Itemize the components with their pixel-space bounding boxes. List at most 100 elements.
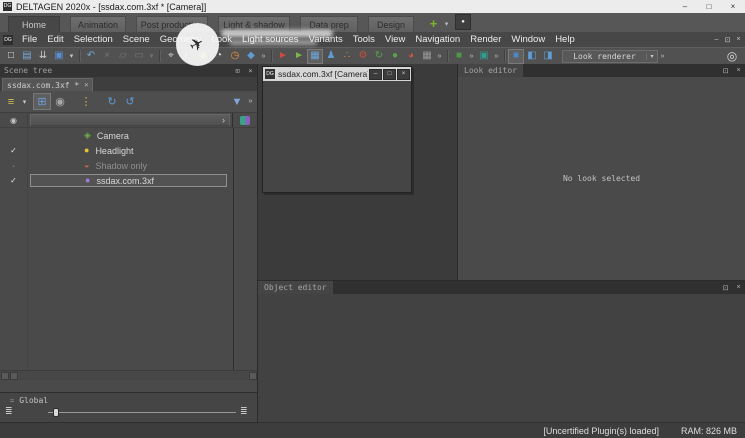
tab-animation[interactable]: Animation (70, 16, 126, 32)
menu-look[interactable]: Look (206, 34, 237, 45)
hierarchy-view-icon[interactable]: ⊞ (33, 93, 51, 110)
tab-data-prep[interactable]: Data prep (300, 16, 358, 32)
import-scene-icon[interactable]: ⇊ (35, 49, 51, 64)
keyframe-options-icon[interactable]: ≣ (240, 406, 248, 417)
overflow-icon[interactable]: » (467, 49, 476, 64)
translate-tool-icon[interactable]: ► (291, 49, 307, 64)
adjust-tool-icon[interactable]: ⚙ (355, 49, 371, 64)
visibility-checkbox[interactable]: ▪ (0, 161, 27, 170)
collapse-icon[interactable]: = (10, 397, 14, 405)
menu-tools[interactable]: Tools (348, 34, 380, 45)
scrollbar-button[interactable] (1, 372, 9, 380)
panel-title[interactable]: Object editor (258, 281, 333, 294)
float-panel-icon[interactable]: ⊡ (719, 65, 732, 77)
menu-help[interactable]: Help (550, 34, 580, 45)
float-panel-icon[interactable]: ⊡ (231, 65, 244, 77)
menu-scene[interactable]: Scene (118, 34, 155, 45)
menu-navigation[interactable]: Navigation (410, 34, 465, 45)
cube-blue-tool-icon[interactable]: ■ (508, 49, 524, 64)
close-panel-icon[interactable]: × (732, 282, 745, 294)
overflow-icon[interactable]: » (658, 49, 667, 64)
tab-design[interactable]: Design (368, 16, 414, 32)
eye-icon[interactable]: ◉ (0, 113, 28, 127)
display-mode-icon[interactable]: ≡ (2, 93, 20, 110)
chevron-down-icon[interactable]: ▾ (20, 93, 29, 110)
mdi-restore-icon[interactable]: ⊡ (723, 34, 732, 46)
bucket-fill-icon[interactable]: ◨ (540, 49, 556, 64)
menu-file[interactable]: File (17, 34, 42, 45)
tree-row-shadow-only[interactable]: ▪ ◒ Shadow only (0, 158, 257, 173)
pivot-tool-icon[interactable]: ♟ (323, 49, 339, 64)
sync-icon[interactable]: ↺ (121, 93, 139, 110)
globe-edit-icon[interactable]: ◉ (51, 93, 69, 110)
add-tab-caret-icon[interactable]: ▾ (442, 16, 451, 31)
comment-tool-icon[interactable]: ◆ (243, 49, 259, 64)
add-tab-button[interactable]: + (426, 16, 441, 31)
viewport-area[interactable]: DG ssdax.com.3xf [Camera] – □ × (258, 64, 458, 280)
select-tool-icon[interactable]: ► (275, 49, 291, 64)
timer-tool-icon[interactable]: ◷ (227, 49, 243, 64)
tab-home[interactable]: Home (8, 16, 60, 32)
scrollbar-button[interactable] (249, 372, 257, 380)
tree-row-headlight[interactable]: ✓ ● Headlight (0, 143, 257, 158)
rect-select-tool-icon[interactable]: ▦ (307, 49, 323, 64)
overflow-icon[interactable]: » (259, 49, 268, 64)
mdi-close-icon[interactable]: × (734, 34, 743, 46)
menu-geometry[interactable]: Geometry (155, 34, 207, 45)
mouse-mode-icon[interactable]: ⌖ (163, 49, 179, 64)
menu-view[interactable]: View (380, 34, 410, 45)
close-panel-icon[interactable]: × (732, 65, 745, 77)
undo-icon[interactable]: ↶ (83, 49, 99, 64)
refresh-icon[interactable]: ↻ (103, 93, 121, 110)
new-file-icon[interactable]: □ (3, 49, 19, 64)
menu-variants[interactable]: Variants (304, 34, 348, 45)
save-icon[interactable]: ▣ (51, 49, 67, 64)
save-caret-icon[interactable]: ▾ (67, 49, 76, 64)
filter-icon[interactable]: ▼ (228, 93, 246, 110)
float-panel-icon[interactable]: ⊡ (719, 282, 732, 294)
close-panel-icon[interactable]: × (244, 65, 257, 77)
keyframe-list-icon[interactable]: ≣ (5, 406, 13, 417)
scrollbar-button[interactable] (10, 372, 18, 380)
timeline-slider-handle[interactable] (53, 408, 59, 417)
quick-access-button[interactable]: ● (455, 14, 471, 30)
tab-post-production[interactable]: Post production (136, 16, 208, 32)
expand-nodes-icon[interactable]: ⋮ (77, 93, 95, 110)
close-icon[interactable]: × (721, 0, 745, 13)
overflow-icon[interactable]: » (435, 49, 444, 64)
maximize-icon[interactable]: □ (697, 0, 721, 13)
close-icon[interactable]: × (397, 69, 410, 80)
grid-snap-tool-icon[interactable]: ▦ (419, 49, 435, 64)
rotate-tool-icon[interactable]: ↻ (371, 49, 387, 64)
horizontal-scrollbar[interactable] (0, 370, 257, 380)
box-teal-tool-icon[interactable]: ▣ (476, 49, 492, 64)
scene-tree-tab[interactable]: ssdax.com.3xf * × (2, 78, 93, 91)
minimize-icon[interactable]: – (369, 69, 382, 80)
panel-title[interactable]: Look editor (458, 64, 523, 77)
menu-selection[interactable]: Selection (69, 34, 118, 45)
maximize-icon[interactable]: □ (383, 69, 396, 80)
tree-column-header[interactable]: › (30, 114, 230, 126)
open-folder-icon[interactable]: ▤ (19, 49, 35, 64)
tree-row-camera[interactable]: ◈ Camera (0, 128, 257, 143)
tree-row-ssdax[interactable]: ✓ ● ssdax.com.3xf (0, 173, 257, 188)
bucket-fill-icon[interactable]: ◧ (524, 49, 540, 64)
gauge-tool-icon[interactable]: ◔ (211, 49, 227, 64)
timeline-track[interactable] (48, 412, 236, 413)
material-ball-tool-icon[interactable]: ◕ (403, 49, 419, 64)
menu-window[interactable]: Window (506, 34, 550, 45)
visibility-checkbox[interactable]: ✓ (0, 146, 27, 155)
document-window-titlebar[interactable]: DG ssdax.com.3xf [Camera] – □ × (263, 67, 411, 81)
close-tab-icon[interactable]: × (84, 81, 88, 89)
materials-column-header[interactable] (232, 113, 257, 127)
menu-edit[interactable]: Edit (42, 34, 68, 45)
overflow-icon[interactable]: » (492, 49, 501, 64)
look-renderer-dropdown[interactable]: Look renderer ▾ (562, 50, 658, 63)
menu-render[interactable]: Render (465, 34, 506, 45)
cube-green-tool-icon[interactable]: ■ (451, 49, 467, 64)
world-mode-icon[interactable]: ◐ (179, 49, 195, 64)
document-window[interactable]: DG ssdax.com.3xf [Camera] – □ × (262, 66, 412, 193)
minimize-icon[interactable]: – (673, 0, 697, 13)
mdi-minimize-icon[interactable]: – (712, 34, 721, 46)
menu-light-sources[interactable]: Light sources (237, 34, 304, 45)
